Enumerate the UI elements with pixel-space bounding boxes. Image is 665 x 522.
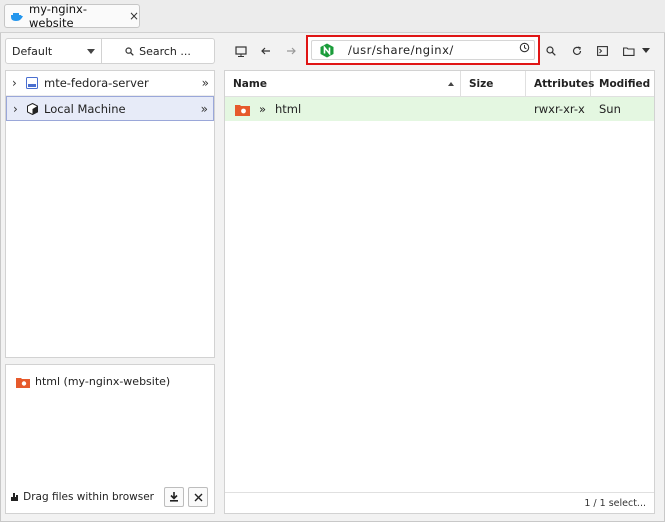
folder-icon — [16, 376, 30, 388]
tab-my-nginx-website[interactable]: my-nginx-website × — [4, 2, 140, 30]
selection-status: 1 / 1 select... — [584, 498, 646, 509]
column-size[interactable]: Size — [461, 71, 526, 97]
transfer-bar: Drag files within browser — [6, 487, 214, 507]
hand-icon — [10, 492, 19, 502]
connection-list: › mte-fedora-server » › Local Machine » — [5, 70, 215, 358]
path-highlight: /usr/share/nginx/ — [306, 35, 540, 65]
search-icon — [125, 46, 134, 56]
transfer-panel: html (my-nginx-website) Drag files withi… — [5, 364, 215, 514]
row-attributes: rwxr-xr-x — [534, 102, 585, 116]
column-name[interactable]: Name — [225, 71, 461, 97]
chevron-down-icon — [87, 48, 95, 54]
history-icon[interactable] — [519, 42, 530, 56]
folder-icon — [235, 103, 250, 116]
close-icon — [194, 493, 202, 501]
docker-icon — [10, 11, 24, 22]
search-label: Search ... — [139, 44, 191, 58]
local-machine-icon — [27, 102, 38, 115]
environment-dropdown[interactable]: Default — [5, 38, 102, 64]
download-icon — [170, 492, 178, 502]
arrow-left-icon[interactable] — [257, 42, 275, 60]
arrow-right-icon[interactable] — [282, 42, 300, 60]
path-field[interactable]: /usr/share/nginx/ — [311, 40, 535, 60]
column-size-label: Size — [469, 78, 494, 90]
double-chevron-icon[interactable]: » — [202, 76, 209, 90]
tab-label: my-nginx-website — [29, 2, 87, 30]
transfer-item[interactable]: html (my-nginx-website) — [16, 375, 170, 388]
row-modified: Sun — [599, 102, 621, 116]
row-name[interactable]: html — [275, 97, 301, 121]
clear-button[interactable] — [188, 487, 208, 507]
row-folder-icon-cell — [235, 97, 250, 121]
folder-menu-icon[interactable] — [620, 42, 638, 60]
column-attributes-label: Attributes — [534, 78, 595, 90]
connection-name: Local Machine — [44, 101, 126, 116]
search-icon[interactable] — [542, 42, 560, 60]
monitor-icon[interactable] — [232, 42, 250, 60]
chevron-down-icon[interactable] — [637, 42, 655, 60]
left-controls: Default Search ... — [5, 38, 215, 64]
row-link-marker: » — [259, 102, 267, 116]
status-divider — [225, 492, 654, 493]
chevron-right-icon[interactable]: › — [12, 76, 20, 90]
refresh-icon[interactable] — [568, 42, 586, 60]
drag-hint: Drag files within browser — [10, 491, 154, 503]
connection-name: mte-fedora-server — [44, 76, 149, 90]
search-button[interactable]: Search ... — [102, 38, 215, 64]
table-row[interactable]: » html rwxr-xr-x Sun — [225, 97, 654, 121]
column-modified[interactable]: Modified — [591, 71, 654, 97]
transfer-item-label: html (my-nginx-website) — [35, 375, 171, 388]
drag-label: Drag files within browser — [23, 491, 154, 503]
sort-ascending-icon — [448, 82, 454, 86]
ssh-server-icon — [26, 77, 38, 89]
file-browser: Name Size Attributes Modified » html rwx… — [224, 70, 655, 514]
table-header: Name Size Attributes Modified — [225, 71, 654, 97]
terminal-icon[interactable] — [593, 42, 611, 60]
close-icon[interactable]: × — [129, 9, 139, 23]
download-button[interactable] — [164, 487, 184, 507]
column-attributes[interactable]: Attributes — [526, 71, 595, 97]
nginx-icon — [320, 43, 334, 58]
tab-bar: my-nginx-website × — [0, 0, 665, 33]
column-modified-label: Modified — [599, 78, 651, 90]
connection-item-local-machine[interactable]: › Local Machine » — [6, 96, 214, 121]
connection-item-mte-fedora-server[interactable]: › mte-fedora-server » — [6, 71, 214, 96]
dropdown-value: Default — [12, 44, 53, 58]
path-text: /usr/share/nginx/ — [348, 43, 454, 57]
chevron-right-icon[interactable]: › — [13, 102, 21, 116]
column-name-label: Name — [233, 78, 267, 90]
double-chevron-icon[interactable]: » — [201, 102, 208, 116]
